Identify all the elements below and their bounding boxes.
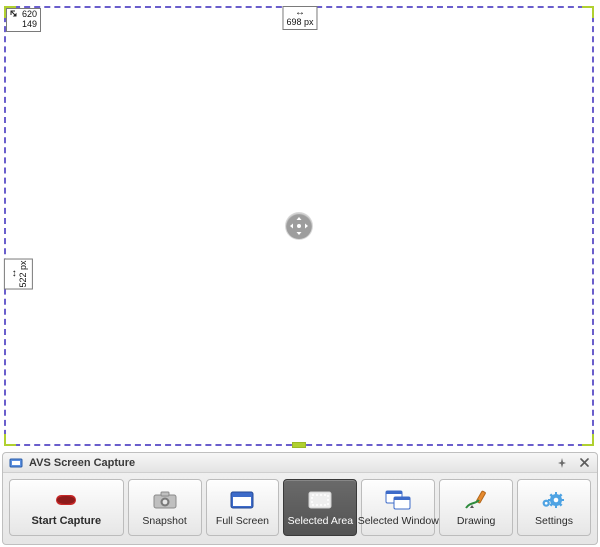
width-indicator[interactable]: ↔ 698 px xyxy=(282,6,317,30)
toolbar: Start Capture Snapshot Full Screen Selec… xyxy=(3,473,597,544)
drawing-icon xyxy=(462,489,490,511)
titlebar-actions xyxy=(555,456,591,470)
position-indicator[interactable]: 620 149 xyxy=(6,8,41,32)
height-value: 522 px xyxy=(19,260,29,287)
move-icon xyxy=(290,217,308,235)
button-label: Settings xyxy=(535,515,573,527)
selected-area-icon xyxy=(306,489,334,511)
button-label: Drawing xyxy=(457,515,496,527)
selected-window-button[interactable]: Selected Window xyxy=(361,479,435,536)
selected-area-button[interactable]: Selected Area xyxy=(283,479,357,536)
pin-button[interactable] xyxy=(555,456,569,470)
button-label: Full Screen xyxy=(216,515,269,527)
height-indicator[interactable]: ↔ 522 px xyxy=(4,258,33,289)
app-title: AVS Screen Capture xyxy=(29,457,549,469)
move-handle[interactable] xyxy=(286,213,312,239)
start-capture-button[interactable]: Start Capture xyxy=(9,479,124,536)
pin-icon xyxy=(557,458,567,468)
full-screen-button[interactable]: Full Screen xyxy=(206,479,280,536)
selected-window-icon xyxy=(384,489,412,511)
camera-icon xyxy=(151,489,179,511)
full-screen-icon xyxy=(228,489,256,511)
resize-handle-bottom[interactable] xyxy=(292,442,306,448)
resize-handle-bottom-left[interactable] xyxy=(4,434,16,446)
record-icon xyxy=(52,489,80,511)
settings-button[interactable]: Settings xyxy=(517,479,591,536)
button-label: Snapshot xyxy=(142,515,186,527)
width-value: 698 px xyxy=(286,18,313,28)
button-label: Selected Area xyxy=(288,515,353,527)
panel-titlebar[interactable]: AVS Screen Capture xyxy=(3,453,597,473)
capture-selection-frame[interactable] xyxy=(4,6,594,446)
app-icon xyxy=(9,456,23,470)
close-icon xyxy=(580,458,589,467)
drawing-button[interactable]: Drawing xyxy=(439,479,513,536)
resize-handle-top-right[interactable] xyxy=(582,6,594,18)
resize-handle-bottom-right[interactable] xyxy=(582,434,594,446)
position-y-value: 149 xyxy=(22,20,37,30)
app-root: { "selection": { "x": 620, "y": 149, "wi… xyxy=(0,0,600,547)
snapshot-button[interactable]: Snapshot xyxy=(128,479,202,536)
close-button[interactable] xyxy=(577,456,591,470)
button-label: Selected Window xyxy=(358,515,439,527)
gear-icon xyxy=(540,489,568,511)
control-panel: AVS Screen Capture Start Capture xyxy=(2,452,598,545)
button-label: Start Capture xyxy=(31,515,101,527)
position-icon xyxy=(10,10,20,20)
